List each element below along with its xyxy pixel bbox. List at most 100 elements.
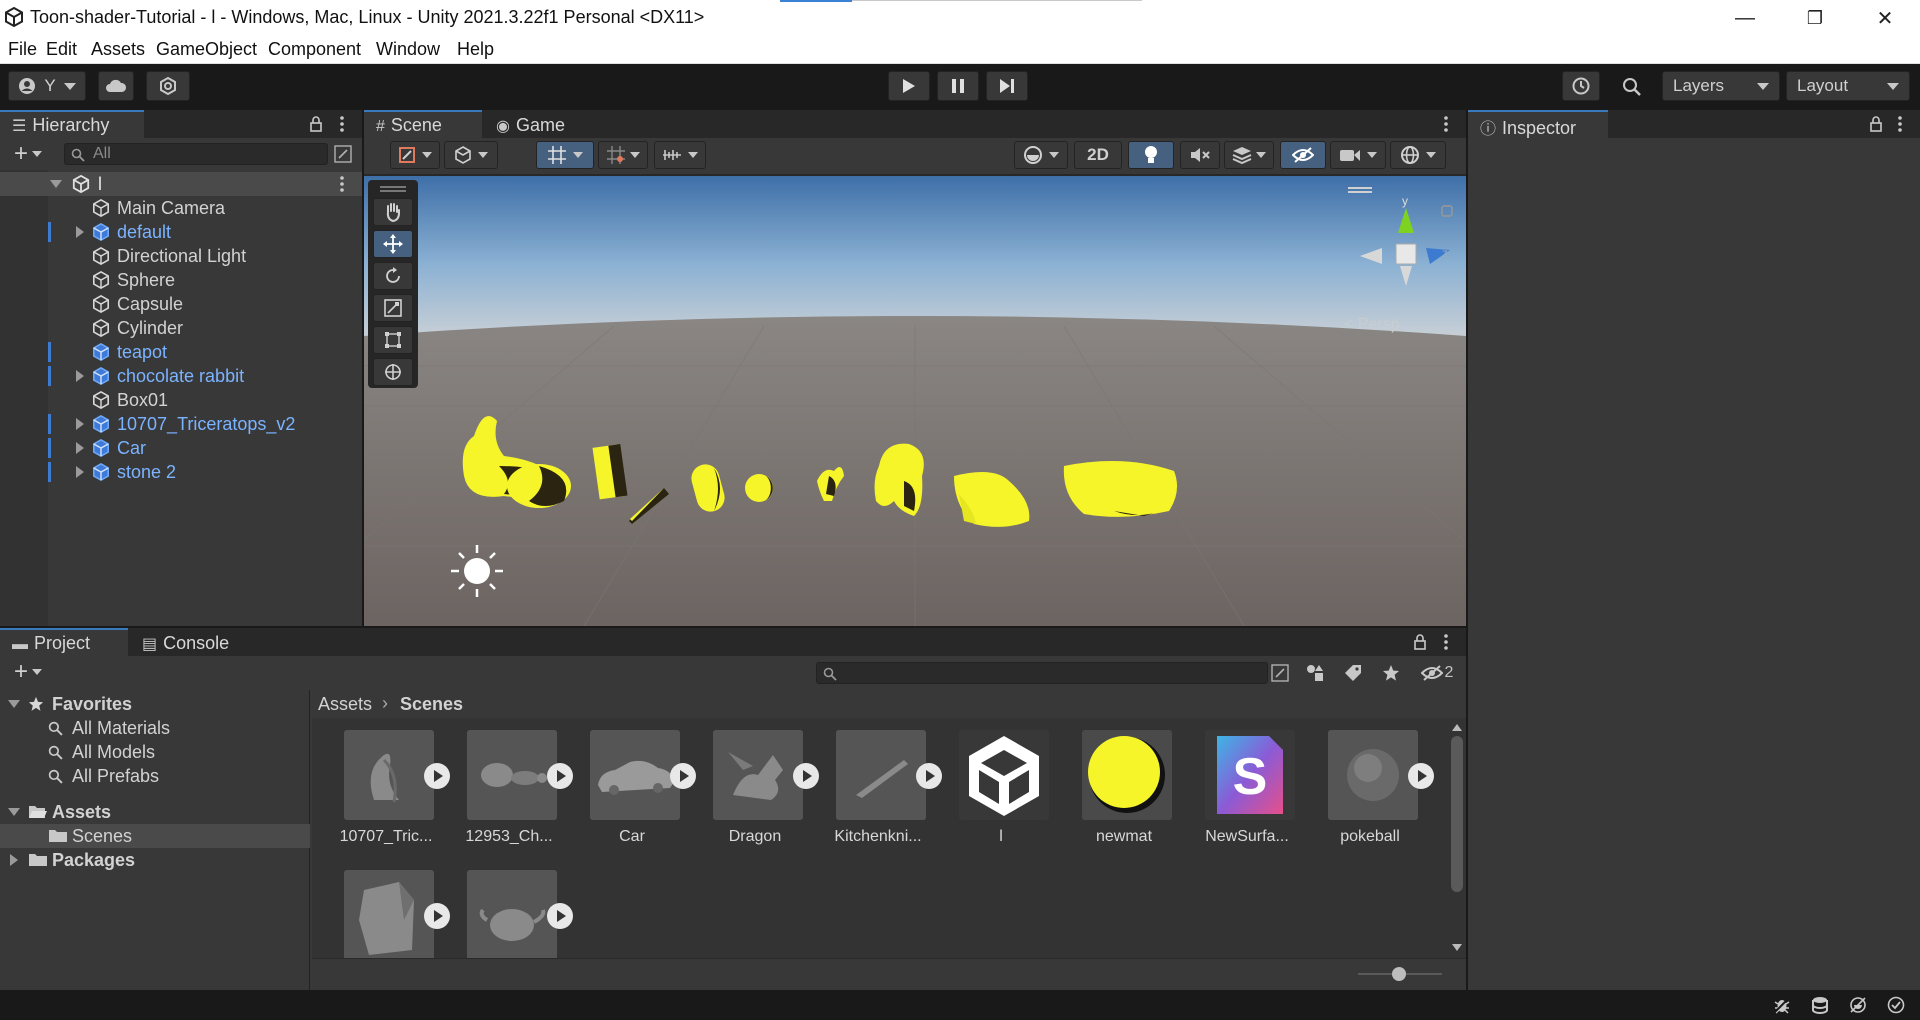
breadcrumb-assets[interactable]: Assets [318,694,372,715]
hierarchy-search-input[interactable]: All [64,143,328,165]
progress-status-button[interactable] [1884,994,1908,1016]
visibility-toggle[interactable] [1280,141,1326,169]
expand-asset-icon[interactable] [424,903,450,929]
hierarchy-item[interactable]: Main Camera [0,196,362,220]
asset-item[interactable]: 12953_Ch... [449,730,573,854]
menu-assets[interactable]: Assets [91,39,145,60]
grid-snap-toggle[interactable] [536,141,594,169]
favorite-item[interactable]: All Models [0,740,310,764]
scroll-up-icon[interactable] [1452,724,1462,731]
favorite-item[interactable]: All Materials [0,716,310,740]
hierarchy-item[interactable]: 10707_Triceratops_v2 [0,412,362,436]
camera-dropdown[interactable] [1330,141,1386,169]
menu-gameobject[interactable]: GameObject [156,39,257,60]
more-options-button[interactable] [332,114,352,134]
transform-tool-button[interactable] [373,358,413,386]
expand-arrow-icon[interactable] [76,418,84,430]
scene-visibility-button[interactable] [332,143,354,165]
scene-viewport[interactable]: y z < Persp [364,176,1466,626]
kebab-menu-icon[interactable] [340,176,344,192]
rotate-tool-button[interactable] [373,262,413,290]
tab-hierarchy[interactable]: ☰ Hierarchy [0,110,144,138]
cloud-button[interactable] [98,71,134,101]
asset-item[interactable]: newmat [1064,730,1184,854]
tab-game[interactable]: ◉ Game [484,110,584,138]
hierarchy-item[interactable]: stone 2 [0,460,362,484]
orientation-gizmo[interactable]: y z [1344,178,1454,308]
hierarchy-item[interactable]: Car [0,436,362,460]
scenes-folder-row[interactable]: Scenes [0,824,310,848]
expand-arrow-icon[interactable] [76,226,84,238]
favorite-button[interactable] [1376,660,1406,686]
debug-button[interactable] [1770,994,1794,1016]
expand-arrow-icon[interactable] [76,370,84,382]
cache-server-button[interactable] [1808,994,1832,1016]
expand-arrow-icon[interactable] [76,442,84,454]
favorites-row[interactable]: Favorites [0,692,310,716]
asset-item[interactable]: Car [572,730,696,854]
collab-button[interactable] [146,71,190,101]
close-window-button[interactable]: ✕ [1850,0,1920,36]
expand-asset-icon[interactable] [793,763,819,789]
effects-dropdown[interactable] [1224,141,1274,169]
packages-folder-row[interactable]: Packages [0,848,310,872]
play-button[interactable] [888,71,930,101]
asset-scrollbar[interactable] [1448,718,1466,958]
kebab-menu-icon[interactable] [1444,116,1448,132]
expand-asset-icon[interactable] [1408,763,1434,789]
kebab-menu-icon[interactable] [1898,116,1902,132]
favorite-item[interactable]: All Prefabs [0,764,310,788]
increment-snap-dropdown[interactable] [598,141,648,169]
icon-size-slider-thumb[interactable] [1392,967,1406,981]
hierarchy-item[interactable]: Cylinder [0,316,362,340]
account-dropdown[interactable]: Y [8,71,86,101]
projection-label[interactable]: < Persp [1344,316,1400,334]
breadcrumb-scenes[interactable]: Scenes [400,694,463,715]
minimize-button[interactable]: — [1710,0,1780,36]
add-object-button[interactable]: + [8,140,48,167]
hierarchy-item[interactable]: Directional Light [0,244,362,268]
layers-dropdown[interactable]: Layers [1662,71,1780,101]
history-button[interactable] [1562,71,1600,101]
tab-inspector[interactable]: ⓘ Inspector [1468,110,1608,138]
asset-item[interactable] [326,870,450,958]
asset-item[interactable] [449,870,573,958]
step-button[interactable] [986,71,1028,101]
tool-handle-position-dropdown[interactable] [390,141,440,169]
tab-scene[interactable]: # Scene [364,110,482,138]
scrollbar-thumb[interactable] [1451,736,1463,892]
lock-button[interactable] [1866,114,1886,134]
pause-button[interactable] [937,71,979,101]
lock-button[interactable] [1410,632,1430,652]
scale-tool-button[interactable] [373,294,413,322]
draw-mode-dropdown[interactable] [1014,141,1068,169]
expand-asset-icon[interactable] [670,763,696,789]
asset-item[interactable]: Dragon [695,730,819,854]
asset-item[interactable]: Kitchenkni... [818,730,942,854]
menu-window[interactable]: Window [376,39,440,60]
search-by-type-button[interactable] [1268,662,1292,684]
expand-asset-icon[interactable] [547,763,573,789]
hidden-packages-button[interactable]: 2 [1414,660,1460,686]
project-search-input[interactable] [816,662,1268,684]
lock-button[interactable] [306,114,326,134]
lighting-toggle[interactable] [1128,141,1174,169]
menu-component[interactable]: Component [268,39,361,60]
filter-type-button[interactable] [1300,660,1330,686]
tool-space-dropdown[interactable] [444,141,498,169]
scene-row[interactable]: l [0,172,362,196]
hierarchy-item[interactable]: Sphere [0,268,362,292]
assets-folder-row[interactable]: Assets [0,800,310,824]
scroll-down-icon[interactable] [1452,944,1462,951]
menu-help[interactable]: Help [457,39,494,60]
hierarchy-item[interactable]: default [0,220,362,244]
tab-project[interactable]: ▬ Project [0,628,128,656]
search-button[interactable] [1616,76,1648,98]
expand-asset-icon[interactable] [547,903,573,929]
asset-item[interactable]: pokeball [1310,730,1434,854]
asset-item[interactable]: 10707_Tric... [326,730,450,854]
menu-file[interactable]: File [8,39,37,60]
gizmos-dropdown[interactable] [1390,141,1446,169]
create-asset-button[interactable]: + [8,658,48,685]
filter-label-button[interactable] [1338,660,1368,686]
